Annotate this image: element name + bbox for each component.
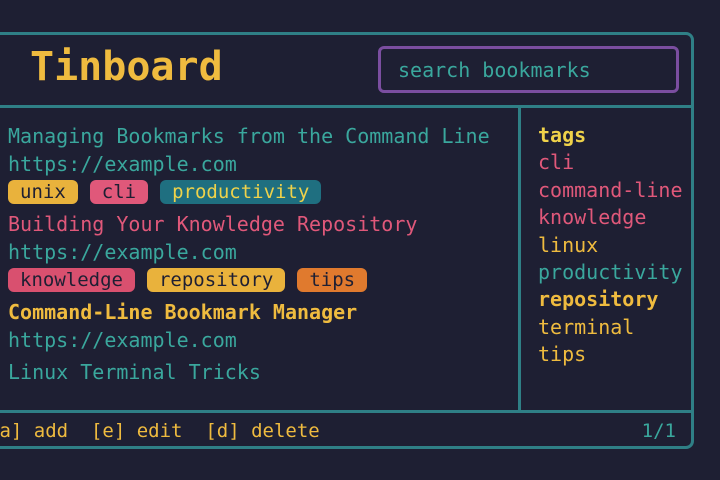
bookmark-tags: knowledge repository tips <box>8 268 490 292</box>
footer-divider <box>0 410 691 413</box>
header-divider <box>0 105 691 108</box>
tag-badge[interactable]: unix <box>8 180 78 204</box>
sidebar-tag-tips[interactable]: tips <box>538 341 683 368</box>
bookmark-url[interactable]: https://example.com <box>8 326 490 354</box>
sidebar-tag-cli[interactable]: cli <box>538 149 683 176</box>
keybinding-hints: [a] add [e] edit [d] delete <box>0 420 320 442</box>
sidebar-tag-terminal[interactable]: terminal <box>538 314 683 341</box>
sidebar-tag-command-line[interactable]: command-line <box>538 177 683 204</box>
tag-badge[interactable]: productivity <box>160 180 322 204</box>
sidebar-divider <box>518 108 521 410</box>
bookmark-url[interactable]: https://example.com <box>8 238 490 266</box>
sidebar-tag-linux[interactable]: linux <box>538 232 683 259</box>
bookmark-title[interactable]: Linux Terminal Tricks <box>8 358 490 386</box>
bookmark-title[interactable]: Managing Bookmarks from the Command Line <box>8 122 490 150</box>
bookmark-item[interactable]: Linux Terminal Tricks <box>8 358 490 386</box>
search-input[interactable] <box>378 46 679 93</box>
sidebar-tag-productivity[interactable]: productivity <box>538 259 683 286</box>
sidebar-tag-knowledge[interactable]: knowledge <box>538 204 683 231</box>
bookmark-item[interactable]: Managing Bookmarks from the Command Line… <box>8 122 490 204</box>
bookmark-item[interactable]: Command-Line Bookmark Manager https://exa… <box>8 298 490 354</box>
app-title: Tinboard <box>30 44 223 90</box>
bookmark-list: Managing Bookmarks from the Command Line… <box>8 122 490 386</box>
bookmark-tags: unix cli productivity <box>8 180 490 204</box>
bookmark-url[interactable]: https://example.com <box>8 150 490 178</box>
sidebar-tag-repository[interactable]: repository <box>538 286 683 313</box>
tag-badge[interactable]: repository <box>146 268 286 292</box>
bookmark-title[interactable]: Building Your Knowledge Repository <box>8 210 490 238</box>
bookmark-title[interactable]: Command-Line Bookmark Manager <box>8 298 490 326</box>
tags-heading: tags <box>538 123 587 147</box>
tag-badge[interactable]: cli <box>89 180 149 204</box>
bookmark-item[interactable]: Building Your Knowledge Repository https:… <box>8 210 490 292</box>
tag-badge[interactable]: knowledge <box>8 268 135 292</box>
tag-sidebar: tags cli command-line knowledge linux produc… <box>538 122 683 369</box>
page-indicator: 1/1 <box>641 420 676 442</box>
tag-badge[interactable]: tips <box>297 268 368 292</box>
